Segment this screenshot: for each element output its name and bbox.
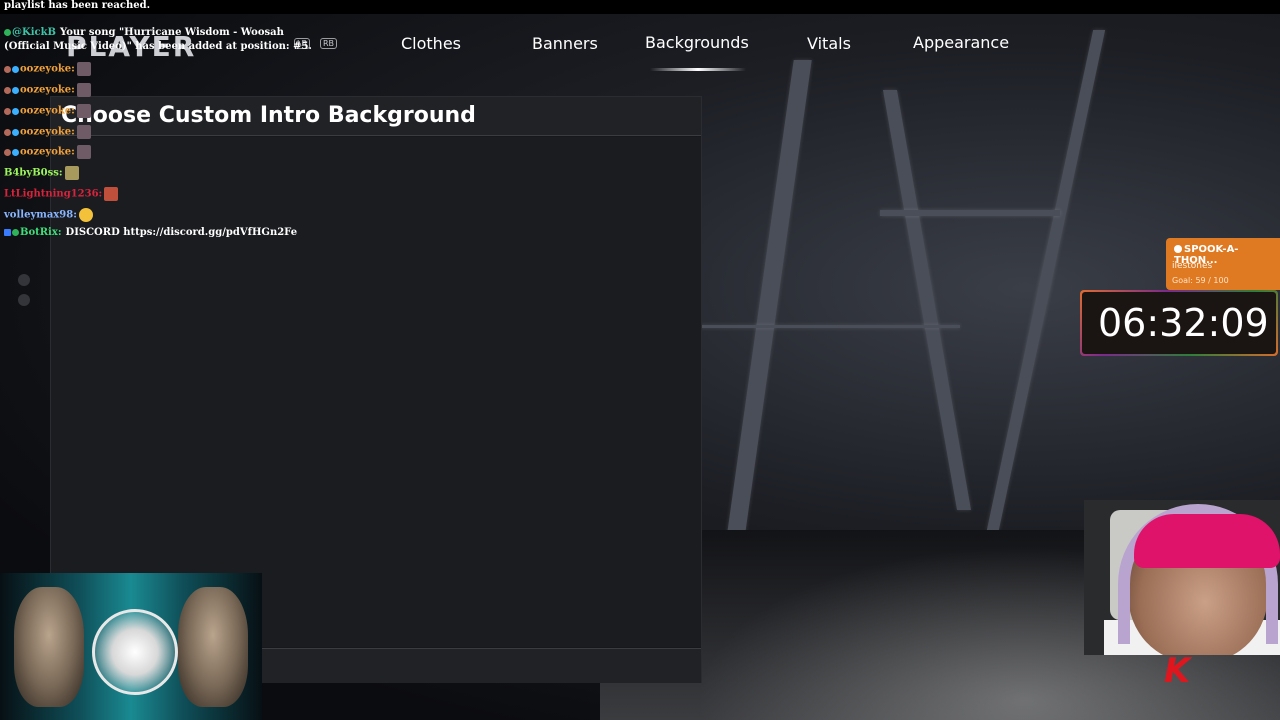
chat-message: oozeyoke: [4,145,91,159]
tab-banners[interactable]: Banners [532,34,598,53]
chat-username: volleymax98: [4,209,77,221]
chat-topbar: playlist has been reached. [0,0,1280,14]
emote-icon [76,125,91,139]
goal-count: Goal: 59 / 100 [1172,276,1229,285]
badge-icon [4,128,11,136]
chat-username: BotRix: [20,227,62,238]
badge-icon [4,86,11,94]
webcam-feed [1084,500,1280,655]
chat-username: LtLightning1236: [4,188,103,200]
chat-message: oozeyoke: [4,62,91,76]
chat-username: oozeyoke: [20,84,75,96]
timer-value: 06:32:09 [1098,301,1269,345]
badge-icon [12,65,19,73]
panel-title: Choose Custom Intro Background [61,103,476,128]
badge-icon [12,107,19,115]
chat-message: @KickB Your song "Hurricane Wisdom - Woos… [4,26,314,54]
chat-username: @KickB [12,27,56,38]
emote-icon [76,145,91,159]
goal-label: ilestones [1172,261,1213,271]
badge-icon [12,128,19,136]
k-logo-icon: K [1164,651,1191,691]
emote-icon [76,104,91,118]
badge-icon [12,86,19,94]
active-tab-indicator [650,68,746,71]
chat-username: oozeyoke: [20,146,75,158]
gear-icon [12,229,19,236]
topbar-message: playlist has been reached. [4,0,151,11]
wall-beam [726,60,812,540]
tab-backgrounds[interactable]: Backgrounds [645,33,749,52]
wall-beam [880,210,1060,216]
chat-message: oozeyoke: [4,104,91,118]
badge-icon [12,148,19,156]
emote-icon [64,166,79,180]
chat-text: DISCORD https://discord.gg/pdVfHGn2Fe [65,227,298,238]
chat-message: volleymax98: [4,208,93,222]
faded-chat-row [18,274,34,286]
avatar [18,274,30,286]
artwork-logo [92,609,178,695]
bandana [1134,514,1280,568]
emote-icon [76,62,91,76]
chat-username: B4byB0ss: [4,167,63,179]
tab-appearance[interactable]: Appearance [913,33,1009,52]
tab-clothes[interactable]: Clothes [401,34,461,53]
background-grid[interactable] [51,137,701,647]
panel-header: Choose Custom Intro Background [51,97,701,136]
emote-icon [104,187,119,201]
badge-icon [4,148,11,156]
chat-username: oozeyoke: [20,63,75,75]
chat-message: oozeyoke: [4,125,91,139]
wall-beam [882,90,972,510]
pumpkin-icon [1174,245,1182,253]
chat-message: B4byB0ss: [4,166,79,180]
chat-message: BotRix: DISCORD https://discord.gg/pdVfHG… [4,227,297,238]
album-art-overlay [0,573,262,720]
chat-message: oozeyoke: [4,83,91,97]
chat-username: oozeyoke: [20,105,75,117]
badge-icon [4,65,11,73]
gear-icon [4,29,11,36]
emote-icon [76,83,91,97]
chat-message: LtLightning1236: [4,187,119,201]
crying-emoji-icon [78,208,93,222]
faded-chat-row [18,294,34,306]
subathon-timer: 06:32:09 [1080,290,1278,356]
chat-username: oozeyoke: [20,126,75,138]
wall-beam [986,30,1106,530]
avatar [18,294,30,306]
timer-frame: 06:32:09 [1082,292,1276,354]
bot-badge-icon [4,229,11,236]
tab-vitals[interactable]: Vitals [807,34,851,53]
badge-icon [4,107,11,115]
artwork-face [14,587,84,707]
artwork-face [178,587,248,707]
rb-button-hint: RB [320,38,338,49]
goal-widget: SPOOK-A-THON... ilestones Goal: 59 / 100 [1166,238,1280,290]
wall-beam [700,325,960,328]
